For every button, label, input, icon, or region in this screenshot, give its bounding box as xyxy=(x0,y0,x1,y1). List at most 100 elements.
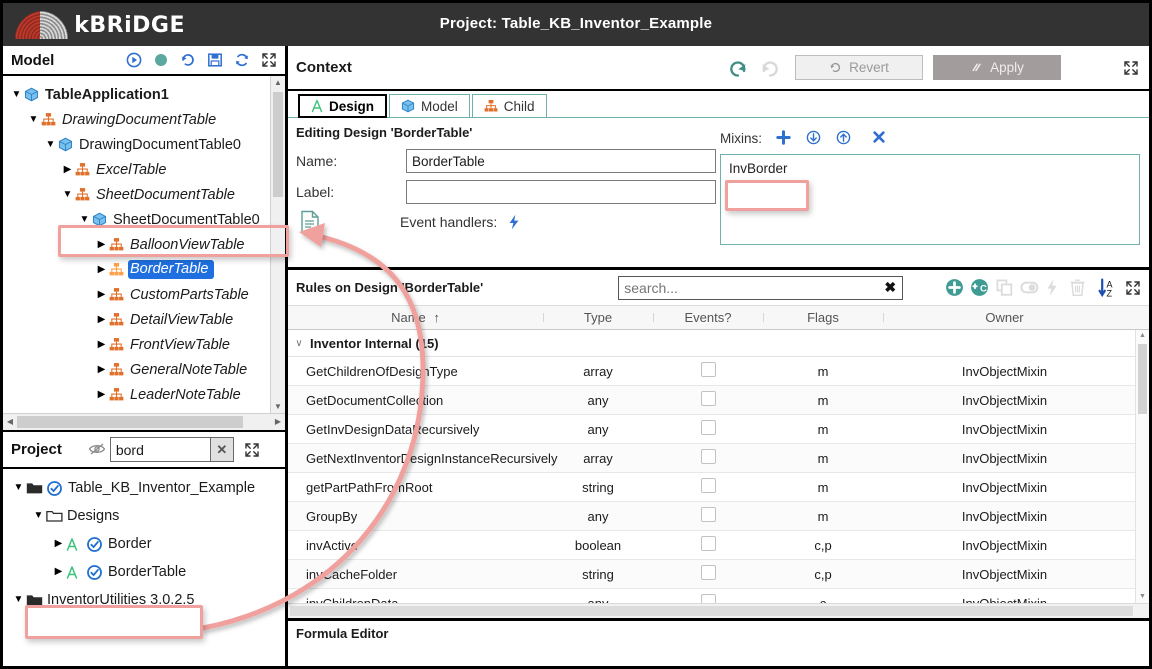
scroll-up-arrow-icon[interactable]: ▲ xyxy=(1136,330,1149,342)
scrollbar-thumb-horizontal[interactable] xyxy=(290,606,1133,616)
scrollbar-thumb-horizontal[interactable] xyxy=(17,416,243,428)
mixins-list[interactable]: InvBorder xyxy=(720,154,1140,245)
context-expand-icon[interactable] xyxy=(1123,60,1139,76)
model-tree-horizontal-scrollbar[interactable]: ◀ ▶ xyxy=(3,413,285,430)
scrollbar-thumb[interactable] xyxy=(1138,344,1147,414)
mixin-remove-icon[interactable] xyxy=(872,130,888,146)
chevron-right-icon[interactable]: ▶ xyxy=(94,339,109,350)
model-tree-item-tableapplication1[interactable]: ▼ TableApplication1 xyxy=(3,82,271,107)
project-tree-item-border[interactable]: ▶ Border xyxy=(3,530,285,558)
chevron-down-icon[interactable]: ▼ xyxy=(43,139,58,150)
chevron-right-icon[interactable]: ▶ xyxy=(94,239,109,250)
model-tree-item-leadernotetable[interactable]: ▶ LeaderNoteTable xyxy=(3,382,271,407)
rule-events-checkbox[interactable] xyxy=(700,420,716,435)
rules-search[interactable]: ✖ xyxy=(618,275,904,300)
apply-button[interactable]: Apply xyxy=(933,55,1061,80)
table-row[interactable]: GetDocumentCollection any m InvObjectMixin xyxy=(288,386,1149,415)
mixin-item-invborder[interactable]: InvBorder xyxy=(729,161,788,176)
chevron-right-icon[interactable]: ▶ xyxy=(51,539,66,549)
table-row[interactable]: GetChildrenOfDesignType array m InvObjectMi… xyxy=(288,357,1149,386)
model-tree-item-frontviewtable[interactable]: ▶ FrontViewTable xyxy=(3,332,271,357)
rules-table-body[interactable]: ∨ Inventor Internal (15) GetChildrenOfDesi… xyxy=(288,330,1149,603)
rule-events-checkbox[interactable] xyxy=(700,478,716,493)
table-row[interactable]: GroupBy any m InvObjectMixin xyxy=(288,502,1149,531)
rules-search-clear-button[interactable]: ✖ xyxy=(878,277,902,299)
table-row[interactable]: invChildrenData any c InvObjectMixin xyxy=(288,589,1149,603)
mixin-add-icon[interactable] xyxy=(776,130,792,146)
hidden-eye-icon[interactable] xyxy=(88,442,106,458)
refresh-icon[interactable] xyxy=(234,52,250,68)
column-header-events[interactable]: Events? xyxy=(653,310,763,325)
project-tree[interactable]: ▼ Table_KB_Inventor_Example ▼ Designs ▶ Borde… xyxy=(3,469,285,633)
rules-table-vertical-scrollbar[interactable]: ▲ ▼ xyxy=(1135,330,1149,603)
chevron-right-icon[interactable]: ▶ xyxy=(94,314,109,325)
model-tree-vertical-scrollbar[interactable]: ▲ ▼ xyxy=(270,76,285,414)
rule-events-checkbox[interactable] xyxy=(700,594,716,603)
scroll-up-arrow-icon[interactable]: ▲ xyxy=(271,76,285,90)
add-rule-icon[interactable] xyxy=(945,278,964,297)
mixin-move-up-icon[interactable] xyxy=(836,130,852,146)
scroll-left-arrow-icon[interactable]: ◀ xyxy=(3,414,17,430)
name-input[interactable] xyxy=(406,149,716,173)
scroll-right-arrow-icon[interactable]: ▶ xyxy=(271,414,285,430)
chevron-down-icon[interactable]: ▼ xyxy=(77,214,92,225)
undo-icon[interactable] xyxy=(727,57,749,79)
column-header-type[interactable]: Type xyxy=(543,310,653,325)
history-icon[interactable] xyxy=(180,52,196,68)
model-tree-item-generalnotetable[interactable]: ▶ GeneralNoteTable xyxy=(3,357,271,382)
scroll-down-arrow-icon[interactable]: ▼ xyxy=(1136,591,1149,603)
chevron-down-icon[interactable]: ∨ xyxy=(288,338,310,349)
chevron-down-icon[interactable]: ▼ xyxy=(60,189,75,200)
chevron-down-icon[interactable]: ▼ xyxy=(11,483,26,493)
chevron-down-icon[interactable]: ▼ xyxy=(9,89,24,100)
save-icon[interactable] xyxy=(207,52,223,68)
rules-search-input[interactable] xyxy=(619,276,879,299)
tab-child[interactable]: Child xyxy=(471,94,547,117)
model-tree-item-sheetdocumenttable[interactable]: ▼ SheetDocumentTable xyxy=(3,182,271,207)
rule-events-checkbox[interactable] xyxy=(700,449,716,464)
model-tree-item-bordertable[interactable]: ▶ BorderTable xyxy=(3,257,271,282)
model-tree-item-drawingdocumenttable[interactable]: ▼ DrawingDocumentTable xyxy=(3,107,271,132)
model-tree-item-exceltable[interactable]: ▶ ExcelTable xyxy=(3,157,271,182)
chevron-right-icon[interactable]: ▶ xyxy=(94,389,109,400)
project-tree-item-bordertable[interactable]: ▶ BorderTable xyxy=(3,558,285,586)
model-tree-item-sheetdocumenttable0[interactable]: ▼ SheetDocumentTable0 xyxy=(3,207,271,232)
chevron-right-icon[interactable]: ▶ xyxy=(51,567,66,577)
table-row[interactable]: GetInvDesignDataRecursively any m InvObject… xyxy=(288,415,1149,444)
scroll-down-arrow-icon[interactable]: ▼ xyxy=(271,400,285,414)
sort-az-icon[interactable]: AZ xyxy=(1098,278,1119,298)
table-row[interactable]: invActive boolean c,p InvObjectMixin xyxy=(288,531,1149,560)
project-tree-item-inventorutilities-3-0-2-5[interactable]: ▼ InventorUtilities 3.0.2.5 xyxy=(3,586,285,614)
model-tree-item-detailviewtable[interactable]: ▶ DetailViewTable xyxy=(3,307,271,332)
chevron-down-icon[interactable]: ▼ xyxy=(26,114,41,125)
column-header-name[interactable]: Name ↑ xyxy=(288,310,543,325)
column-header-flags[interactable]: Flags xyxy=(763,310,883,325)
rule-events-checkbox[interactable] xyxy=(700,507,716,522)
project-search-clear-button[interactable]: ✕ xyxy=(209,437,234,462)
chevron-down-icon[interactable]: ▼ xyxy=(31,511,46,521)
chevron-right-icon[interactable]: ▶ xyxy=(94,289,109,300)
rule-events-checkbox[interactable] xyxy=(700,536,716,551)
document-icon[interactable] xyxy=(300,210,320,234)
chevron-right-icon[interactable]: ▶ xyxy=(94,264,109,275)
project-expand-icon[interactable] xyxy=(244,442,260,458)
mixin-move-down-icon[interactable] xyxy=(806,130,822,146)
add-child-rule-icon[interactable]: C xyxy=(970,278,989,297)
project-search-input[interactable] xyxy=(109,437,210,462)
project-tree-item-table-kb-inventor-example[interactable]: ▼ Table_KB_Inventor_Example xyxy=(3,474,285,502)
model-tree-item-drawingdocumenttable0[interactable]: ▼ DrawingDocumentTable0 xyxy=(3,132,271,157)
table-row[interactable]: GetNextInventorDesignInstanceRecursively… xyxy=(288,444,1149,473)
model-tree[interactable]: ▼ TableApplication1 ▼ DrawingDocumentTable ▼… xyxy=(3,76,285,432)
project-tree-item-designs[interactable]: ▼ Designs xyxy=(3,502,285,530)
event-bolt-icon[interactable] xyxy=(507,214,521,230)
run-icon[interactable] xyxy=(126,52,142,68)
rule-events-checkbox[interactable] xyxy=(700,391,716,406)
tab-design[interactable]: Design xyxy=(298,94,388,118)
rules-expand-icon[interactable] xyxy=(1125,280,1141,296)
chevron-right-icon[interactable]: ▶ xyxy=(60,164,75,175)
project-search[interactable]: ✕ xyxy=(109,437,234,462)
rules-table-horizontal-scrollbar[interactable] xyxy=(288,603,1149,618)
label-input[interactable] xyxy=(406,180,716,204)
status-dot-icon[interactable] xyxy=(153,52,169,68)
column-header-owner[interactable]: Owner xyxy=(883,310,1126,325)
